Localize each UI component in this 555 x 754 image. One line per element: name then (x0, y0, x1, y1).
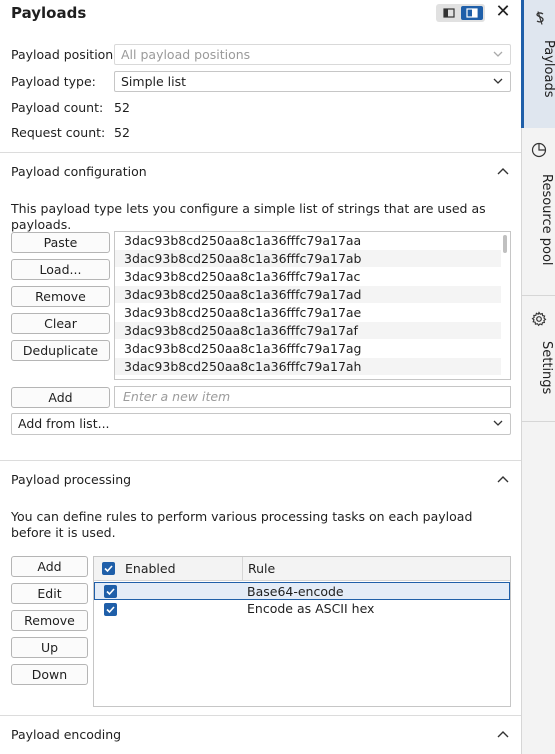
divider (0, 715, 521, 716)
layout-vertical-icon[interactable] (461, 6, 483, 20)
remove-button[interactable]: Remove (11, 286, 110, 307)
tab-resource-pool-label: Resource pool (539, 174, 554, 266)
payload-processing-title: Payload processing (11, 472, 132, 487)
request-count-value: 52 (114, 125, 130, 140)
add-from-list-select[interactable]: Add from list... (11, 413, 511, 435)
payload-list[interactable]: 3dac93b8cd250aa8c1a36fffc79a17aa 3dac93b… (114, 231, 511, 380)
payload-configuration-description: This payload type lets you configure a s… (11, 201, 486, 232)
panel-header: Payloads ✕ (0, 0, 521, 28)
side-tab-bar: Payloads Resource pool Settings (521, 0, 555, 754)
table-row[interactable]: Encode as ASCII hex (94, 600, 510, 618)
payload-type-select[interactable]: Simple list (114, 71, 511, 92)
move-down-button[interactable]: Down (11, 664, 88, 685)
payload-configuration-title: Payload configuration (11, 164, 147, 179)
enabled-header-label: Enabled (125, 561, 176, 576)
processing-rules-table[interactable]: Enabled Rule Base64-encode Encode as ASC… (93, 556, 511, 707)
select-all-checkbox[interactable] (102, 562, 115, 575)
rule-enabled-checkbox[interactable] (104, 603, 117, 616)
payload-type-value: Simple list (121, 74, 187, 89)
list-item[interactable]: 3dac93b8cd250aa8c1a36fffc79a17ag (115, 340, 501, 358)
payload-position-value: All payload positions (121, 47, 251, 62)
payloads-panel: Payloads ✕ Payload position: All payload… (0, 0, 521, 754)
payload-count-value: 52 (114, 100, 130, 115)
payload-type-label: Payload type: (11, 74, 96, 89)
rule-name: Encode as ASCII hex (247, 601, 375, 616)
pie-chart-icon (531, 142, 547, 158)
add-rule-button[interactable]: Add (11, 556, 88, 577)
payload-processing-description: You can define rules to perform various … (11, 509, 473, 540)
tab-payloads[interactable]: Payloads (521, 0, 555, 128)
enabled-column-header[interactable]: Enabled (94, 557, 242, 581)
layout-toggle[interactable] (436, 4, 485, 22)
list-item[interactable]: 3dac93b8cd250aa8c1a36fffc79a17ah (115, 358, 501, 376)
list-item[interactable]: 3dac93b8cd250aa8c1a36fffc79a17ab (115, 250, 501, 268)
payload-count-label: Payload count: (11, 100, 104, 115)
chevron-up-icon[interactable] (496, 728, 510, 742)
clear-button[interactable]: Clear (11, 313, 110, 334)
tab-settings-label: Settings (539, 341, 554, 395)
payloads-icon (536, 11, 544, 25)
layout-horizontal-icon[interactable] (438, 6, 460, 20)
remove-rule-button[interactable]: Remove (11, 610, 88, 631)
tab-resource-pool[interactable]: Resource pool (522, 128, 555, 296)
list-item[interactable]: 3dac93b8cd250aa8c1a36fffc79a17ad (115, 286, 501, 304)
table-row[interactable]: Base64-encode (94, 582, 510, 600)
chevron-up-icon[interactable] (496, 473, 510, 487)
payload-position-select: All payload positions (114, 44, 511, 65)
list-item[interactable]: 3dac93b8cd250aa8c1a36fffc79a17ac (115, 268, 501, 286)
chevron-down-icon (493, 78, 503, 84)
rule-enabled-checkbox[interactable] (104, 585, 117, 598)
deduplicate-button[interactable]: Deduplicate (11, 340, 110, 361)
move-up-button[interactable]: Up (11, 637, 88, 658)
payload-position-label: Payload position: (11, 47, 118, 62)
close-icon[interactable]: ✕ (493, 2, 513, 22)
divider (0, 152, 521, 153)
rule-name: Base64-encode (247, 584, 344, 599)
chevron-down-icon (493, 51, 503, 57)
load-button[interactable]: Load... (11, 259, 110, 280)
payload-encoding-title: Payload encoding (11, 727, 122, 742)
tab-settings[interactable]: Settings (522, 297, 555, 422)
divider (0, 460, 521, 461)
request-count-label: Request count: (11, 125, 106, 140)
paste-button[interactable]: Paste (11, 232, 110, 253)
list-item[interactable]: 3dac93b8cd250aa8c1a36fffc79a17af (115, 322, 501, 340)
rule-column-header[interactable]: Rule (242, 557, 510, 581)
list-item[interactable]: 3dac93b8cd250aa8c1a36fffc79a17aa (115, 232, 501, 250)
new-item-input[interactable]: Enter a new item (114, 386, 511, 408)
list-scrollbar[interactable] (503, 235, 507, 253)
edit-rule-button[interactable]: Edit (11, 583, 88, 604)
chevron-down-icon (493, 420, 503, 426)
gear-icon (531, 311, 547, 327)
list-item[interactable]: 3dac93b8cd250aa8c1a36fffc79a17ae (115, 304, 501, 322)
add-item-button[interactable]: Add (11, 387, 110, 408)
tab-payloads-label: Payloads (541, 40, 555, 98)
panel-title: Payloads (11, 4, 87, 22)
chevron-up-icon[interactable] (496, 165, 510, 179)
rule-header-label: Rule (248, 561, 276, 576)
add-from-list-value: Add from list... (18, 416, 110, 431)
